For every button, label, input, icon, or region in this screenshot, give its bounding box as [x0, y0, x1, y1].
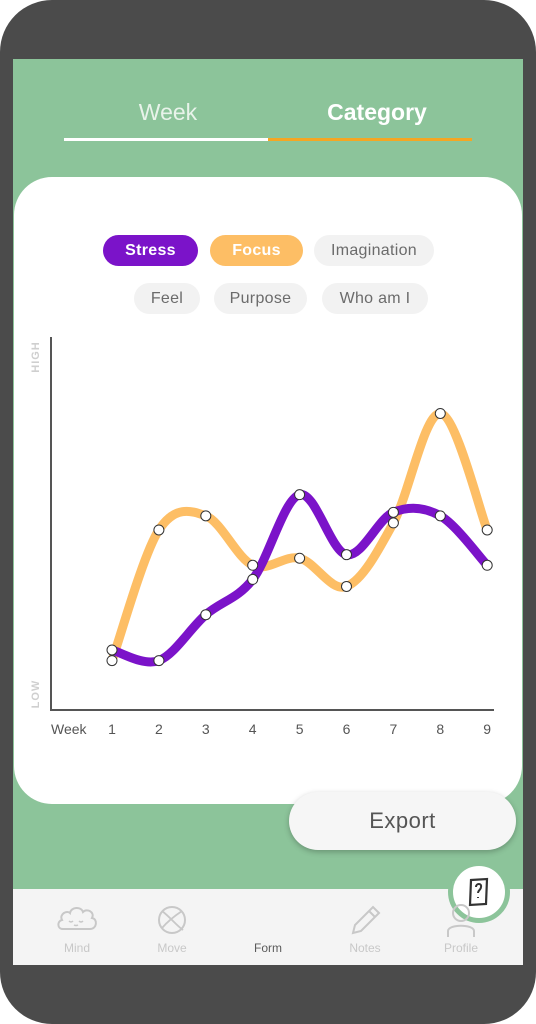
x-tick-label: 1 — [108, 721, 116, 737]
move-icon — [158, 906, 186, 934]
x-tick-label: 8 — [436, 721, 444, 737]
nav-label-notes: Notes — [349, 941, 381, 955]
bottom-nav: Mind Move Form Notes Profile — [13, 861, 523, 965]
x-tick-label: 6 — [343, 721, 351, 737]
data-point-stress[interactable] — [387, 506, 399, 518]
data-point-stress[interactable] — [341, 549, 352, 561]
data-point-focus[interactable] — [481, 524, 493, 536]
y-label-low: LOW — [30, 680, 42, 709]
tab-week-underline — [64, 138, 268, 141]
nav-label-mind: Mind — [63, 941, 90, 955]
x-tick-label: 5 — [296, 721, 304, 737]
series-line-focus — [107, 408, 492, 666]
notes-icon — [351, 905, 381, 935]
data-point-stress[interactable] — [153, 655, 165, 667]
tab-category[interactable]: Category — [277, 99, 477, 126]
x-tick-label: 3 — [202, 721, 210, 737]
chart-card: Stress Focus Imagination Feel Purpose Wh… — [14, 177, 522, 804]
data-point-focus[interactable] — [434, 407, 446, 419]
x-tick-label: 9 — [483, 721, 491, 737]
data-point-stress[interactable] — [247, 573, 259, 585]
data-point-focus[interactable] — [294, 552, 306, 564]
nav-label-form: Form — [254, 941, 282, 955]
phone-frame: Week Category Stress Focus Imagination F… — [0, 0, 536, 1024]
tab-bar: Week Category — [13, 59, 523, 149]
profile-icon — [447, 904, 475, 937]
nav-label-profile: Profile — [443, 941, 478, 955]
mind-icon — [57, 907, 97, 930]
data-point-stress[interactable] — [434, 510, 446, 522]
export-button[interactable]: Export — [289, 792, 516, 850]
app-screen: Week Category Stress Focus Imagination F… — [13, 59, 523, 965]
line-chart: HIGH LOW Week 1 2 3 4 5 6 7 8 9 — [30, 337, 494, 737]
nav-item-form[interactable]: Form — [220, 861, 510, 965]
nav-item-move[interactable]: Move — [124, 889, 220, 965]
nav-label-move: Move — [157, 941, 187, 955]
x-axis-title: Week — [51, 721, 88, 737]
x-tick-labels: 1 2 3 4 5 6 7 8 9 — [108, 721, 491, 737]
data-point-stress[interactable] — [200, 609, 212, 621]
tab-category-underline — [268, 138, 472, 141]
y-label-high: HIGH — [30, 341, 42, 373]
nav-item-profile[interactable]: Profile — [413, 889, 509, 965]
data-point-focus[interactable] — [387, 517, 399, 529]
tab-week[interactable]: Week — [68, 99, 268, 126]
data-point-stress[interactable] — [481, 559, 493, 571]
x-tick-label: 7 — [390, 721, 398, 737]
series-lines — [107, 408, 492, 667]
series-points — [106, 407, 493, 667]
nav-item-mind[interactable]: Mind — [29, 889, 125, 965]
data-point-focus[interactable] — [341, 580, 352, 592]
data-point-focus[interactable] — [153, 524, 165, 536]
nav-item-notes[interactable]: Notes — [317, 889, 413, 965]
data-point-focus[interactable] — [200, 510, 212, 522]
x-tick-label: 2 — [155, 721, 163, 737]
data-point-focus[interactable] — [106, 655, 118, 667]
data-point-focus[interactable] — [247, 559, 259, 571]
data-point-stress[interactable] — [294, 489, 306, 501]
x-tick-label: 4 — [249, 721, 257, 737]
data-point-stress[interactable] — [106, 644, 118, 656]
